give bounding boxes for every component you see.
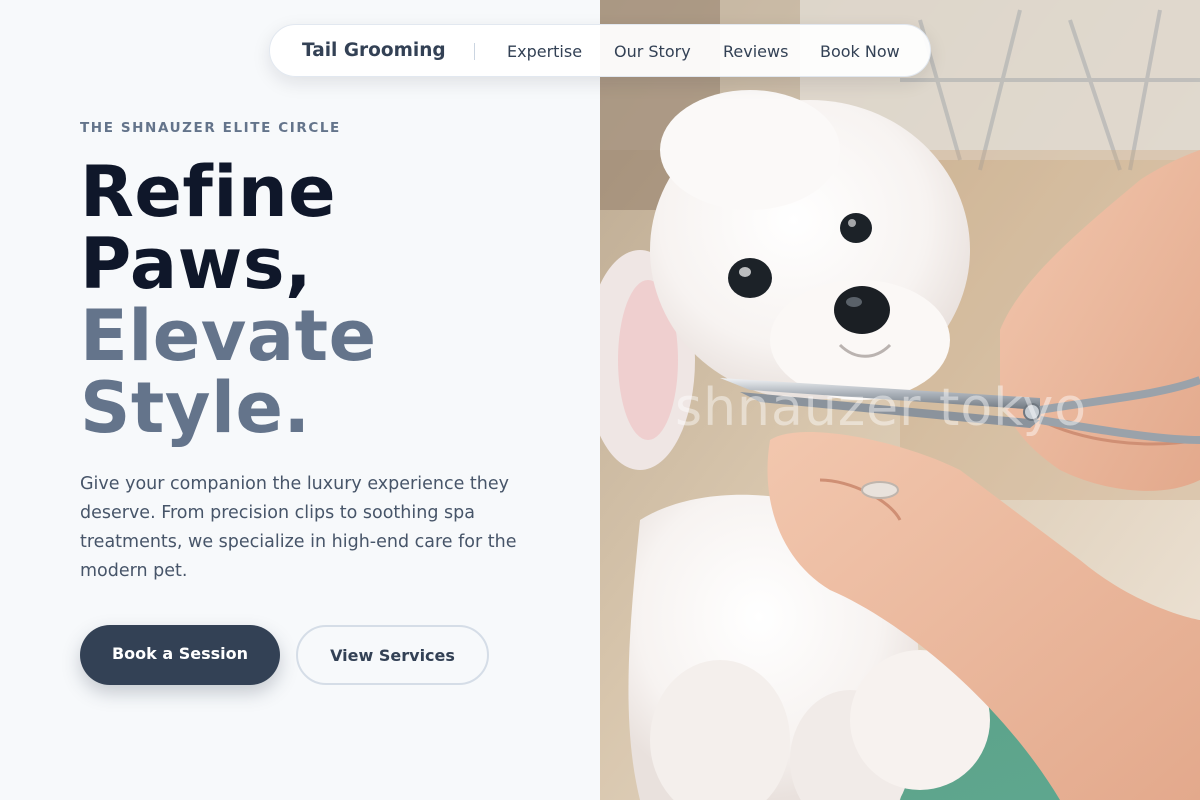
nav-link-expertise[interactable]: Expertise (507, 42, 582, 61)
hero-headline: Refine Paws, Elevate Style. (80, 156, 377, 444)
nav-link-our-story[interactable]: Our Story (614, 42, 691, 61)
book-session-button[interactable]: Book a Session (80, 625, 280, 685)
hero-content: THE SHNAUZER ELITE CIRCLE Refine Paws, E… (0, 0, 600, 800)
landing-page: THE SHNAUZER ELITE CIRCLE Refine Paws, E… (0, 0, 1200, 800)
top-navigation: Tail Grooming Expertise Our Story Review… (269, 24, 931, 77)
view-services-button[interactable]: View Services (296, 625, 489, 685)
nav-link-reviews[interactable]: Reviews (723, 42, 788, 61)
hero-eyebrow: THE SHNAUZER ELITE CIRCLE (80, 120, 341, 136)
hero-description: Give your companion the luxury experienc… (80, 474, 517, 581)
brand-logo[interactable]: Tail Grooming (302, 40, 446, 61)
hero-image: shnauzer tokyo (600, 0, 1200, 800)
headline-line-1: Refine (80, 151, 337, 233)
photo-watermark: shnauzer tokyo (675, 378, 1088, 438)
nav-link-book-now[interactable]: Book Now (820, 42, 900, 61)
headline-line-3: Elevate (80, 295, 377, 377)
nav-divider (474, 43, 475, 60)
headline-line-2: Paws, (80, 223, 313, 305)
headline-line-4: Style. (80, 367, 311, 449)
